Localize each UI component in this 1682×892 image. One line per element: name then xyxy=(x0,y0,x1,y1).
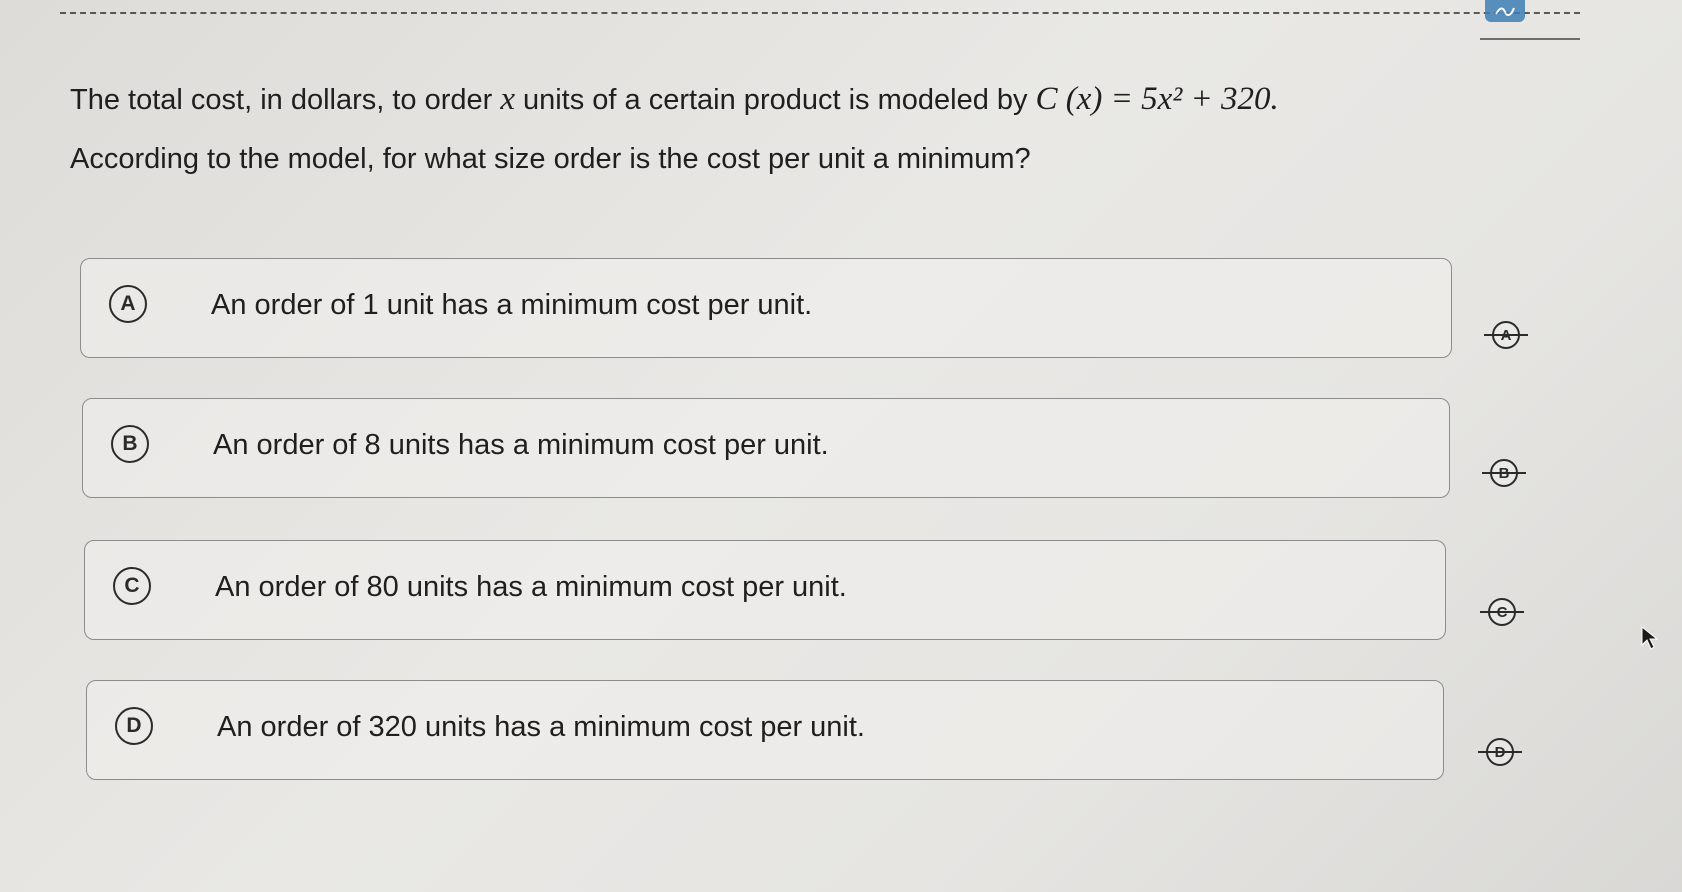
answer-option-b[interactable]: B An order of 8 units has a minimum cost… xyxy=(82,398,1450,498)
option-letter-a: A xyxy=(109,285,147,323)
option-letter-d: D xyxy=(115,707,153,745)
strike-line-icon xyxy=(1484,334,1528,336)
answer-eliminator-b[interactable]: B xyxy=(1482,458,1526,488)
top-divider xyxy=(60,12,1580,14)
answer-eliminator-a[interactable]: A xyxy=(1484,320,1528,350)
answer-option-d[interactable]: D An order of 320 units has a minimum co… xyxy=(86,680,1444,780)
option-text-d: An order of 320 units has a minimum cost… xyxy=(217,711,865,743)
option-letter-b: B xyxy=(111,425,149,463)
strike-line-icon xyxy=(1480,611,1524,613)
option-text-c: An order of 80 units has a minimum cost … xyxy=(215,571,847,603)
question-line-2: According to the model, for what size or… xyxy=(70,142,1031,175)
answer-eliminator-d[interactable]: D xyxy=(1478,737,1522,767)
pen-icon xyxy=(1495,7,1515,17)
variable-x: x xyxy=(500,81,515,117)
answer-option-a[interactable]: A An order of 1 unit has a minimum cost … xyxy=(80,258,1452,358)
option-text-b: An order of 8 units has a minimum cost p… xyxy=(213,429,829,461)
annotate-tool-icon[interactable] xyxy=(1485,0,1525,22)
mouse-pointer-icon xyxy=(1641,625,1658,650)
answer-eliminator-c[interactable]: C xyxy=(1480,597,1524,627)
answer-option-c[interactable]: C An order of 80 units has a minimum cos… xyxy=(84,540,1446,640)
question-text-middle: units of a certain product is modeled by xyxy=(522,84,1028,116)
cost-formula: C (x) = 5x² + 320. xyxy=(1035,81,1279,117)
top-divider-right xyxy=(1480,38,1580,40)
strike-line-icon xyxy=(1478,751,1522,753)
question-stem: The total cost, in dollars, to order x u… xyxy=(70,80,1520,176)
strike-line-icon xyxy=(1482,472,1526,474)
option-letter-c: C xyxy=(113,567,151,605)
option-text-a: An order of 1 unit has a minimum cost pe… xyxy=(211,289,813,321)
question-line-1: The total cost, in dollars, to order x u… xyxy=(70,80,1520,120)
question-text-prefix: The total cost, in dollars, to order xyxy=(70,84,493,116)
